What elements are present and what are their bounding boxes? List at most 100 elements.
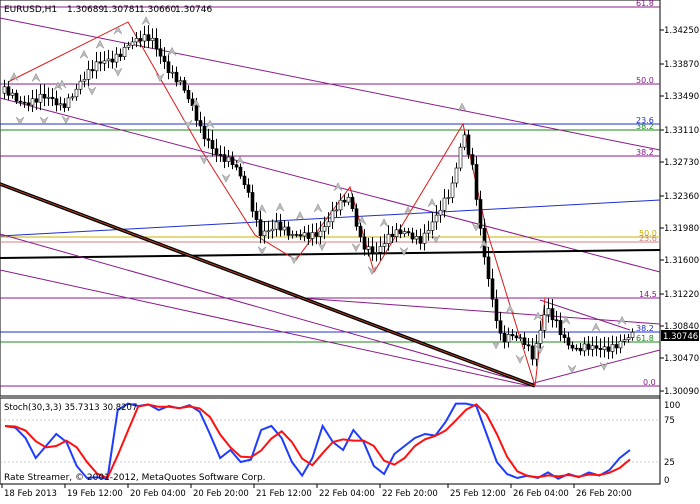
candle-body (410, 232, 415, 240)
candle-body (70, 96, 75, 99)
fib-level-label: 14.5 (639, 290, 657, 299)
candle-body (402, 231, 407, 235)
symbol-timeframe: EURUSD,H1 (4, 5, 57, 15)
candle-body (590, 345, 595, 350)
candle-body (318, 230, 323, 237)
candle-body (2, 86, 7, 94)
price-axis-label: 1.31220 (664, 290, 699, 300)
candle-body (550, 308, 555, 321)
candle-body (350, 196, 355, 209)
candle-body (374, 252, 379, 254)
candle-body (94, 61, 99, 72)
candle-body (342, 199, 347, 203)
fib-level-label: 38.2 (636, 324, 654, 333)
candle-body (226, 156, 231, 162)
time-axis-label: 22 Feb 20:00 (382, 489, 438, 499)
candle-body (542, 314, 547, 331)
candle-body (454, 167, 459, 184)
candle-body (338, 199, 343, 211)
candle-body (74, 88, 79, 98)
candle-body (214, 148, 219, 155)
candle-body (82, 79, 87, 82)
candle-body (574, 347, 579, 350)
fib-level-label: 0.0 (643, 378, 656, 387)
candle-body (122, 46, 127, 57)
fib-level-label: 38.2 (636, 148, 654, 157)
ohlc-high: 1.30781 (103, 5, 140, 15)
candle-body (470, 154, 475, 165)
candle-body (558, 320, 563, 336)
candle-body (314, 232, 319, 237)
candle-body (530, 345, 535, 360)
time-axis-label: 22 Feb 04:00 (319, 489, 375, 499)
candle-body (486, 256, 491, 280)
candle-body (418, 236, 423, 244)
candle-body (278, 221, 283, 231)
candle-body (206, 138, 211, 141)
candle-body (618, 340, 623, 349)
candle-body (498, 320, 503, 334)
oscillator-level-label: 0 (664, 476, 669, 486)
candle-body (358, 226, 363, 238)
candle-body (186, 90, 191, 100)
candle-body (566, 337, 571, 346)
candle-body (50, 96, 55, 99)
candle-body (458, 146, 463, 169)
candle-body (434, 214, 439, 223)
candle-body (450, 182, 455, 198)
oscillator-level-label: 100 (664, 401, 680, 411)
price-axis-label: 1.33870 (664, 60, 699, 70)
ohlc-low: 1.30660 (139, 5, 176, 15)
candle-body (66, 97, 71, 108)
candle-body (46, 96, 51, 99)
candle-body (246, 184, 251, 193)
price-axis-label: 1.30470 (664, 354, 699, 364)
candle-body (326, 221, 331, 227)
time-axis-label: 20 Feb 04:00 (130, 489, 186, 499)
time-axis-label: 21 Feb 12:00 (256, 489, 312, 499)
oscillator-label: Stoch(30,3,3) 35.7313 30.8207 (4, 403, 137, 413)
candle-body (178, 80, 183, 83)
candle-body (250, 192, 255, 212)
candle-body (406, 231, 411, 234)
candle-body (514, 335, 519, 339)
candle-body (546, 308, 551, 316)
candle-body (494, 298, 499, 322)
candle-body (34, 98, 39, 103)
candle-body (398, 229, 403, 235)
candle-body (614, 344, 619, 349)
time-axis-label: 26 Feb 20:00 (576, 489, 632, 499)
current-price-label: 1.30746 (663, 332, 698, 342)
price-axis-label: 1.32360 (664, 192, 699, 202)
price-chart[interactable]: 61.850.023.638.238.250.023.614.538.261.8… (0, 0, 700, 500)
candle-body (322, 226, 327, 232)
candle-body (90, 69, 95, 72)
oscillator-level-label: 25 (664, 458, 675, 468)
candle-body (490, 278, 495, 300)
candle-body (146, 34, 151, 41)
candle-body (354, 208, 359, 227)
candle-body (310, 232, 315, 239)
candle-body (174, 71, 179, 83)
candle-body (182, 80, 187, 91)
candle-body (254, 210, 259, 220)
candle-body (578, 347, 583, 352)
candle-body (370, 246, 375, 254)
candle-body (462, 134, 467, 148)
candle-body (430, 221, 435, 231)
copyright-text: Rate Streamer, © 2001-2012, MetaQuotes S… (4, 473, 266, 483)
candle-body (538, 329, 543, 344)
candle-body (570, 344, 575, 349)
candle-body (390, 233, 395, 237)
candle-body (194, 105, 199, 121)
candle-body (382, 243, 387, 247)
candle-body (142, 34, 147, 42)
candle-body (294, 234, 299, 236)
chart-window[interactable]: 61.8 50.0 23.6 38.2 38.2 50.0 23.6 14.5 38.2 61.8… (0, 0, 700, 500)
price-axis-label: 1.33110 (664, 126, 699, 136)
candle-body (526, 344, 531, 347)
candle-body (38, 93, 43, 103)
candle-body (562, 334, 567, 338)
price-axis-label: 1.31980 (664, 224, 699, 234)
candle-body (466, 134, 471, 155)
